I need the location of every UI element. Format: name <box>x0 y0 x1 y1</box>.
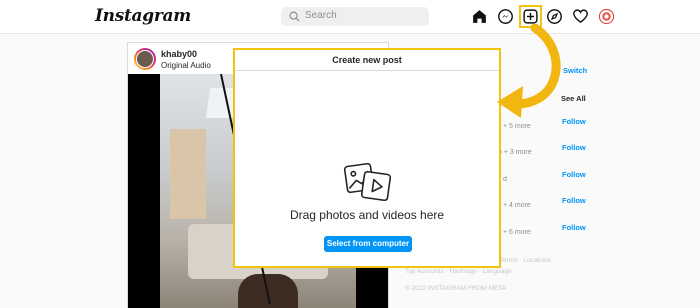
drag-instruction: Drag photos and videos here <box>289 208 445 222</box>
create-post-icon[interactable] <box>522 8 539 25</box>
follow-button[interactable]: Follow <box>562 143 586 152</box>
instagram-logo[interactable]: Instagram <box>95 6 191 26</box>
post-audio-label[interactable]: Original Audio <box>161 61 211 70</box>
suggestion-snippet: o + 3 more <box>498 149 532 156</box>
home-icon[interactable] <box>471 8 488 25</box>
annotation-arrow <box>497 24 561 118</box>
photo-video-icon <box>343 162 392 201</box>
messenger-icon[interactable] <box>497 8 514 25</box>
explore-icon[interactable] <box>546 8 563 25</box>
search-box[interactable]: Search <box>281 7 429 26</box>
post-avatar[interactable] <box>134 48 156 70</box>
search-icon <box>289 11 300 22</box>
follow-button[interactable]: Follow <box>562 223 586 232</box>
suggestion-snippet: + 6 more <box>503 229 531 236</box>
top-nav-bar: Instagram Search <box>0 0 700 34</box>
create-post-modal: Create new post Drag photos and videos h… <box>233 48 501 268</box>
search-input[interactable]: Search <box>305 10 337 21</box>
suggestion-snippet: + 4 more <box>503 202 531 209</box>
post-username[interactable]: khaby00 <box>161 49 197 59</box>
modal-title: Create new post <box>235 50 499 71</box>
select-from-computer-button[interactable]: Select from computer <box>324 236 412 252</box>
follow-button[interactable]: Follow <box>562 196 586 205</box>
profile-avatar[interactable] <box>598 8 615 25</box>
suggestion-snippet: d <box>503 176 507 183</box>
heart-icon[interactable] <box>572 8 589 25</box>
follow-button[interactable]: Follow <box>562 170 586 179</box>
copyright-text: © 2022 INSTAGRAM FROM META <box>405 285 507 292</box>
suggestion-snippet: + 5 more <box>503 123 531 130</box>
